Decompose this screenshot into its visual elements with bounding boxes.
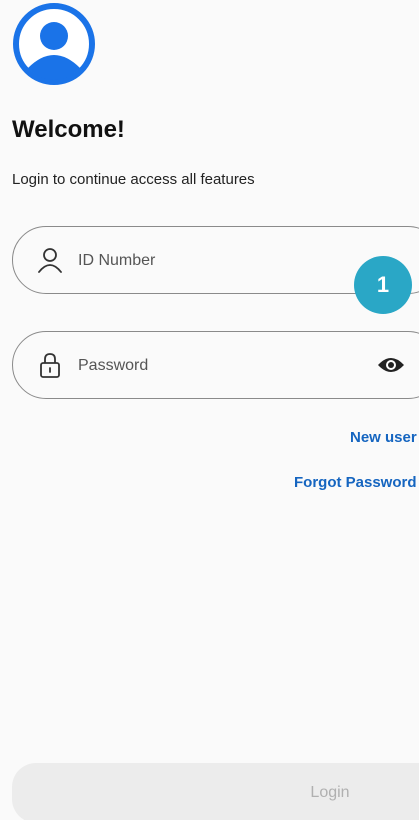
- person-icon: [38, 248, 62, 273]
- page-title: Welcome!: [12, 116, 125, 143]
- eye-icon[interactable]: [377, 354, 405, 376]
- login-button-label: Login: [310, 784, 350, 801]
- id-number-placeholder: ID Number: [78, 252, 156, 269]
- new-user-link[interactable]: New user: [350, 428, 417, 448]
- login-screen: Welcome! Login to continue access all fe…: [0, 0, 419, 820]
- password-field[interactable]: Password: [12, 331, 419, 399]
- user-avatar-icon: [13, 3, 95, 85]
- login-button[interactable]: Login: [12, 763, 419, 820]
- page-subtitle: Login to continue access all features: [12, 171, 255, 188]
- password-placeholder: Password: [78, 357, 149, 374]
- step-badge: 1: [354, 256, 412, 314]
- forgot-password-link[interactable]: Forgot Password: [294, 473, 417, 493]
- lock-icon: [40, 353, 60, 378]
